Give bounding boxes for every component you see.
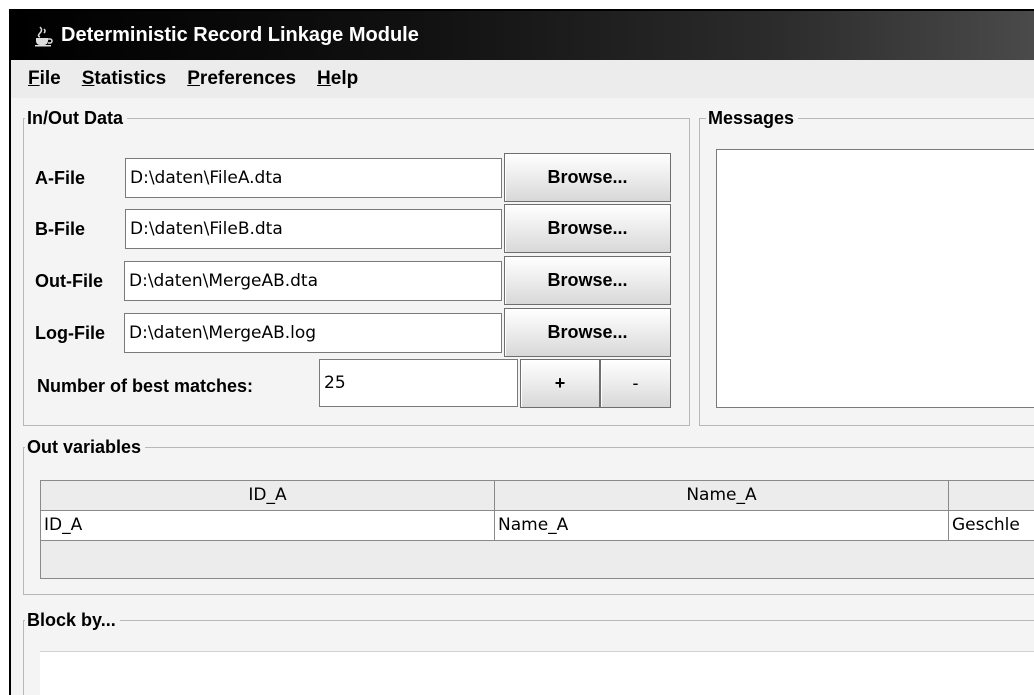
window-title: Deterministic Record Linkage Module	[61, 24, 419, 46]
menu-help[interactable]: Help	[317, 68, 358, 90]
menu-preferences[interactable]: Preferences	[187, 68, 296, 90]
b-file-browse-button[interactable]: Browse...	[504, 204, 671, 253]
menu-file[interactable]: File	[28, 68, 61, 90]
best-matches-input[interactable]: 25	[319, 359, 518, 407]
out-file-input[interactable]: D:\daten\MergeAB.dta	[124, 261, 502, 301]
menu-file-rest: ile	[39, 68, 61, 89]
block-by-title: Block by...	[25, 610, 120, 630]
block-by-list[interactable]	[40, 651, 1034, 695]
table-cell-3[interactable]: Geschle	[949, 511, 1034, 541]
menu-statistics[interactable]: Statistics	[82, 68, 167, 90]
a-file-label: A-File	[35, 168, 86, 188]
log-file-input[interactable]: D:\daten\MergeAB.log	[124, 313, 502, 353]
menu-preferences-mnemonic: P	[187, 68, 200, 89]
title-bar[interactable]: Deterministic Record Linkage Module	[11, 11, 1034, 60]
menu-statistics-mnemonic: S	[81, 68, 95, 89]
log-file-browse-button[interactable]: Browse...	[504, 308, 671, 357]
decrement-button[interactable]: -	[600, 359, 671, 408]
column-header-name-a[interactable]: Name_A	[495, 481, 949, 511]
table-cell-name-a[interactable]: Name_A	[495, 511, 949, 541]
column-header-3[interactable]	[949, 481, 1034, 511]
application-window: Deterministic Record Linkage Module File…	[9, 9, 1034, 695]
increment-button[interactable]: +	[520, 359, 600, 408]
menu-statistics-rest: tatistics	[94, 68, 167, 89]
inout-data-title: In/Out Data	[25, 108, 128, 128]
menu-help-rest: elp	[330, 68, 359, 89]
out-variables-table: ID_A Name_A ID_A Name_A Geschle	[40, 480, 1034, 579]
menu-preferences-rest: references	[199, 68, 297, 89]
messages-textarea[interactable]	[716, 149, 1034, 408]
menu-bar: File Statistics Preferences Help	[11, 60, 1034, 98]
menu-help-mnemonic: H	[317, 68, 331, 89]
b-file-label: B-File	[35, 219, 86, 239]
b-file-input[interactable]: D:\daten\FileB.dta	[125, 209, 502, 249]
menu-file-mnemonic: F	[28, 68, 40, 89]
a-file-browse-button[interactable]: Browse...	[504, 153, 671, 202]
column-header-id-a[interactable]: ID_A	[41, 481, 495, 511]
java-cup-icon	[31, 24, 55, 48]
log-file-label: Log-File	[35, 323, 105, 343]
out-file-label: Out-File	[35, 271, 103, 291]
table-cell-id-a[interactable]: ID_A	[41, 511, 495, 541]
messages-title: Messages	[706, 108, 799, 128]
a-file-input[interactable]: D:\daten\FileA.dta	[125, 158, 502, 198]
out-variables-title: Out variables	[25, 437, 146, 457]
best-matches-label: Number of best matches:	[37, 376, 254, 396]
out-file-browse-button[interactable]: Browse...	[504, 256, 671, 305]
